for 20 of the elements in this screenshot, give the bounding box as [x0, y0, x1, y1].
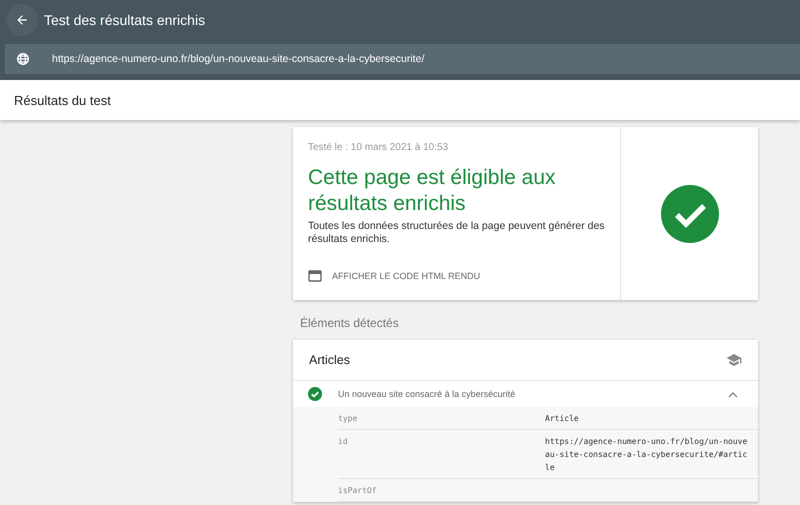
section-label: Éléments détectés: [299, 315, 400, 332]
app-title: Test des résultats enrichis: [44, 12, 206, 28]
url-field[interactable]: https://agence-numero-uno.fr/blog/un-nouveau-site-consacre-a-la-cybersecurite/: [5, 44, 800, 74]
property-name: isPartOf: [338, 485, 378, 497]
back-arrow-icon: [15, 13, 29, 27]
property-name: id: [338, 436, 349, 448]
item-row[interactable]: Un nouveau site consacré à la cybersécurité: [293, 381, 758, 407]
result-description: Toutes les données structurées de la page peuvent générer des résultats enrichis.: [308, 220, 606, 246]
graduation-cap-icon: [726, 353, 742, 367]
card-title: Articles: [309, 353, 350, 367]
property-name: type: [338, 413, 358, 425]
view-html-link[interactable]: AFFICHER LE CODE HTML RENDU: [308, 270, 606, 282]
page-heading: Résultats du test: [14, 92, 111, 108]
browser-window-icon: [308, 270, 322, 282]
property-value: Article: [545, 413, 580, 425]
result-headline: Cette page est éligible aux résultats enrichis: [308, 165, 556, 217]
test-date: Testé le : 10 mars 2021 à 10:53: [308, 142, 450, 153]
back-button[interactable]: [6, 4, 38, 36]
globe-icon: [16, 52, 30, 66]
property-value: https://agence-numero-uno.fr/blog/un-nouveau-site-consacre-a-la-cybersecurite/#article: [545, 436, 748, 474]
